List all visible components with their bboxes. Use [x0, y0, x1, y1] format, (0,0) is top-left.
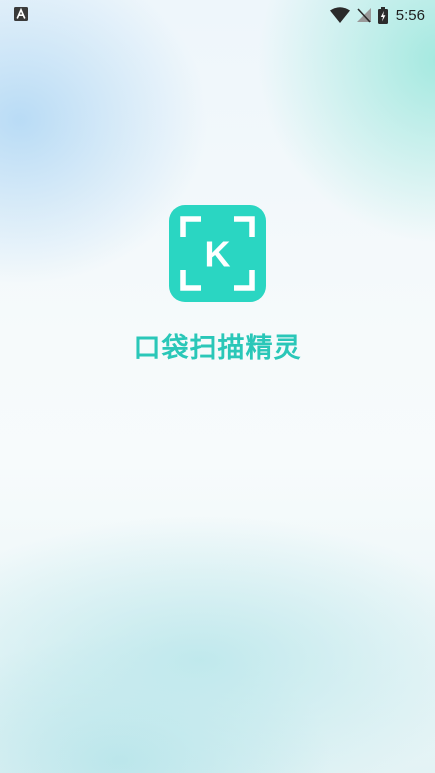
app-name: 口袋扫描精灵 [133, 333, 302, 364]
battery-charging-icon [377, 6, 388, 24]
splash-screen: 5:56 K 口袋扫描精灵 [0, 0, 435, 773]
app-logo: K [169, 205, 266, 302]
logo-letter: K [205, 234, 231, 275]
status-icons: 5:56 [329, 5, 425, 25]
wifi-icon [329, 7, 350, 23]
status-bar: 5:56 [0, 0, 435, 30]
clock-time: 5:56 [395, 6, 425, 24]
no-signal-icon [356, 7, 372, 23]
scan-frame-k-icon: K [180, 216, 255, 291]
a-notification-icon [14, 7, 28, 21]
